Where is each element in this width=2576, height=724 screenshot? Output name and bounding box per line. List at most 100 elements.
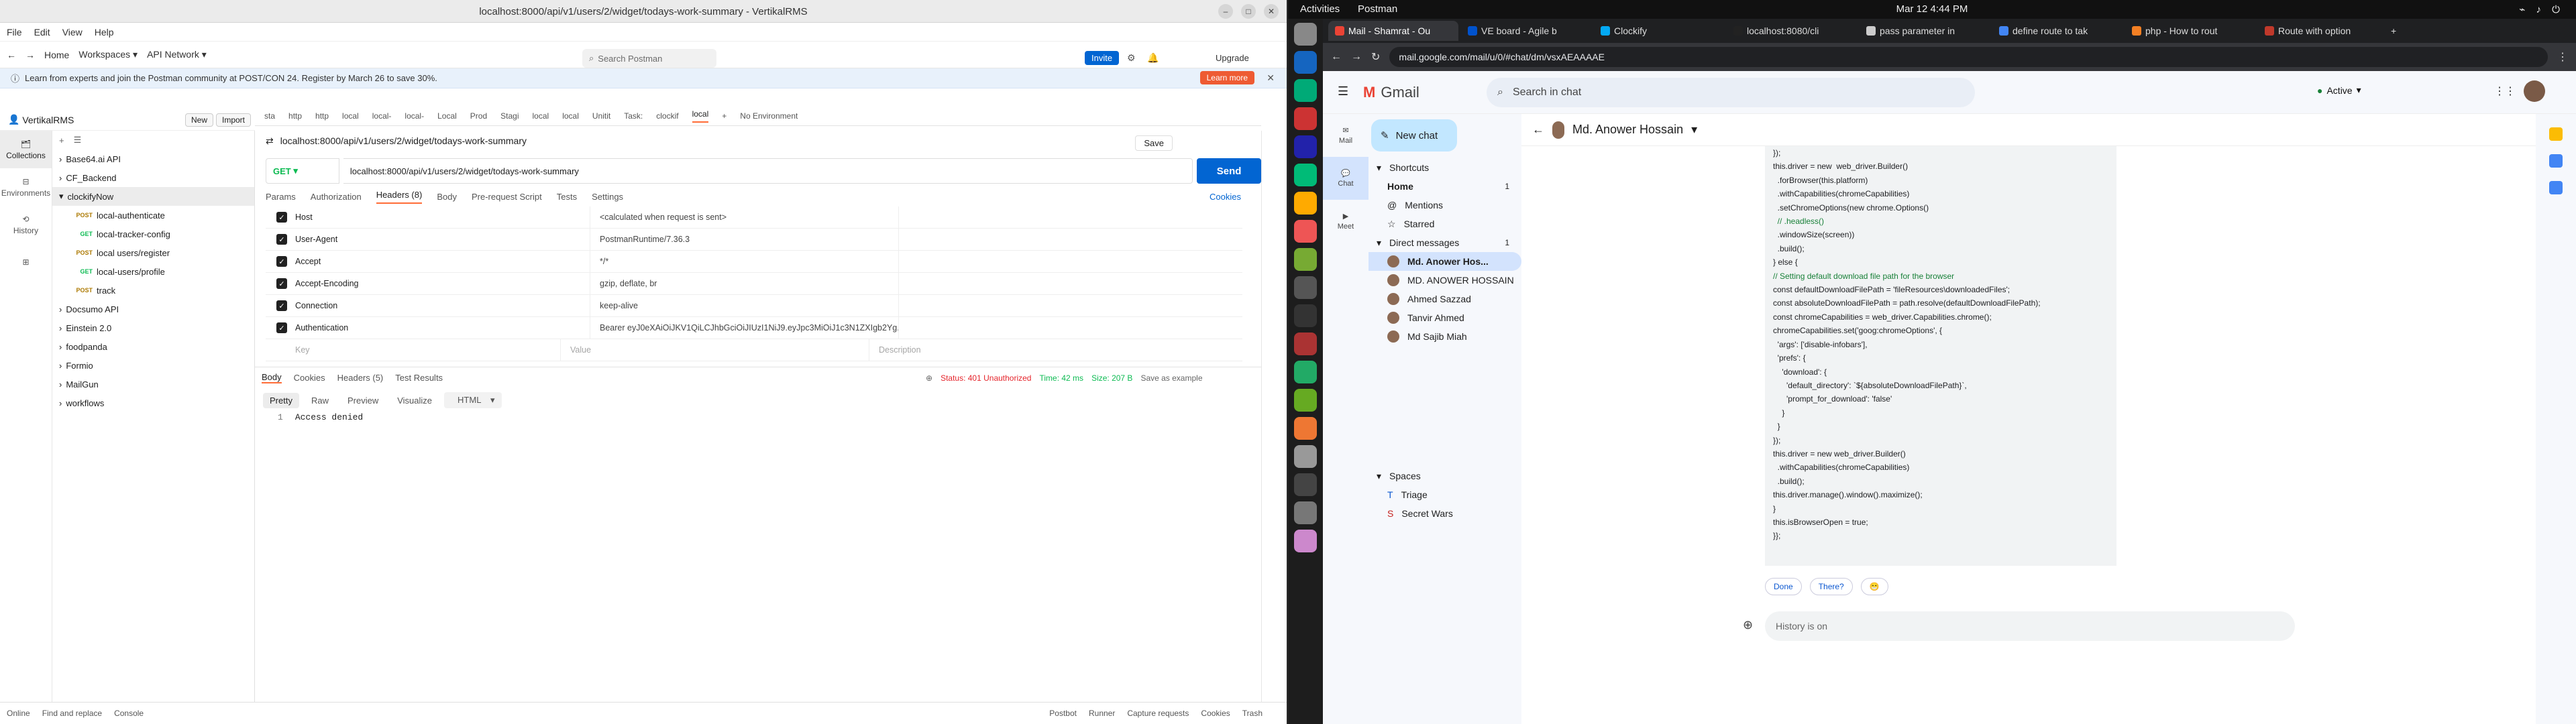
save-button[interactable]: Save bbox=[1135, 135, 1173, 151]
close-icon[interactable]: ✕ bbox=[1264, 4, 1279, 19]
gmail-logo[interactable]: M Gmail bbox=[1363, 84, 1419, 101]
header-value[interactable]: gzip, deflate, br bbox=[590, 273, 899, 294]
dock-app-icon[interactable] bbox=[1294, 530, 1317, 552]
header-checkbox[interactable]: ✓ bbox=[276, 212, 287, 223]
clock[interactable]: Mar 12 4:44 PM bbox=[1288, 3, 2576, 15]
dock-app-icon[interactable] bbox=[1294, 276, 1317, 299]
save-example-button[interactable]: Save as example bbox=[1140, 373, 1202, 383]
rail-environments[interactable]: ⊟ Environments bbox=[0, 168, 52, 206]
chat-search[interactable]: ⌕ Search in chat bbox=[1487, 78, 1975, 107]
footer-online[interactable]: Online bbox=[7, 709, 30, 718]
tab-body[interactable]: Body bbox=[437, 192, 457, 202]
rail-mail[interactable]: ✉ Mail bbox=[1323, 114, 1368, 157]
extensions-icon[interactable]: ⋮ bbox=[2557, 50, 2568, 64]
open-tab[interactable]: local bbox=[562, 111, 579, 121]
nav-api-network[interactable]: API Network ▾ bbox=[147, 49, 207, 60]
menu-file[interactable]: File bbox=[7, 27, 22, 38]
header-key[interactable]: Host bbox=[295, 206, 590, 228]
dock-app-icon[interactable] bbox=[1294, 220, 1317, 243]
forward-icon[interactable]: → bbox=[1351, 51, 1362, 63]
tasks-icon[interactable] bbox=[2549, 154, 2563, 168]
system-tray-icons[interactable]: ⌁ ♪ ⏻ bbox=[2519, 3, 2564, 15]
open-tab[interactable]: local- bbox=[372, 111, 392, 121]
fmt-html-select[interactable]: HTML ▾ bbox=[444, 392, 502, 408]
dock-app-icon[interactable] bbox=[1294, 23, 1317, 46]
maximize-icon[interactable]: □ bbox=[1241, 4, 1256, 19]
footer-find-replace[interactable]: Find and replace bbox=[42, 709, 102, 718]
header-checkbox[interactable]: ✓ bbox=[276, 278, 287, 289]
tree-item[interactable]: POST local-authenticate bbox=[52, 206, 254, 225]
open-tab[interactable]: Task: bbox=[624, 111, 643, 121]
menu-view[interactable]: View bbox=[62, 27, 83, 38]
tree-item[interactable]: › workflows bbox=[52, 394, 254, 412]
tree-item[interactable]: GET local-users/profile bbox=[52, 262, 254, 281]
header-value[interactable]: Bearer eyJ0eXAiOiJKV1QiLCJhbGciOiJIUzI1N… bbox=[590, 317, 899, 339]
avatar[interactable] bbox=[2524, 80, 2545, 102]
tab-headers[interactable]: Headers (8) bbox=[376, 190, 423, 204]
reply-emoji[interactable]: 😁 bbox=[1860, 578, 1888, 595]
footer-postbot[interactable]: Postbot bbox=[1049, 709, 1077, 718]
open-tab[interactable]: http bbox=[288, 111, 302, 121]
browser-tab[interactable]: Clockify bbox=[1594, 21, 1724, 41]
dock-app-icon[interactable] bbox=[1294, 333, 1317, 355]
environment-select[interactable]: No Environment bbox=[740, 111, 798, 121]
dock-app-icon[interactable] bbox=[1294, 248, 1317, 271]
res-tab-cookies[interactable]: Cookies bbox=[294, 373, 325, 383]
header-value[interactable]: <calculated when request is sent> bbox=[590, 206, 899, 228]
apps-icon[interactable]: ⋮⋮ bbox=[2494, 84, 2516, 98]
res-tab-body[interactable]: Body bbox=[262, 372, 282, 383]
learn-more-button[interactable]: Learn more bbox=[1199, 71, 1254, 84]
tree-item[interactable]: › Einstein 2.0 bbox=[52, 318, 254, 337]
url-input[interactable]: localhost:8000/api/v1/users/2/widget/tod… bbox=[343, 158, 1193, 184]
reply-done[interactable]: Done bbox=[1765, 578, 1802, 595]
tab-tests[interactable]: Tests bbox=[557, 192, 577, 202]
browser-tab[interactable]: Route with option bbox=[2258, 21, 2388, 41]
header-checkbox[interactable]: ✓ bbox=[276, 322, 287, 333]
tab-settings[interactable]: Settings bbox=[592, 192, 623, 202]
fmt-pretty[interactable]: Pretty bbox=[263, 392, 299, 408]
open-tab[interactable]: http bbox=[315, 111, 329, 121]
fmt-visualize[interactable]: Visualize bbox=[390, 393, 439, 408]
menu-help[interactable]: Help bbox=[95, 27, 114, 38]
back-arrow-icon[interactable]: ← bbox=[1532, 123, 1544, 137]
header-key[interactable]: Accept bbox=[295, 251, 590, 272]
dock-app-icon[interactable] bbox=[1294, 417, 1317, 440]
tab-authorization[interactable]: Authorization bbox=[311, 192, 362, 202]
shortcuts-header[interactable]: ▾ Shortcuts bbox=[1368, 158, 1521, 177]
dock-app-icon[interactable] bbox=[1294, 51, 1317, 74]
open-tab[interactable]: local bbox=[533, 111, 549, 121]
forward-icon[interactable]: → bbox=[25, 50, 35, 60]
spaces-header[interactable]: ▾ Spaces bbox=[1368, 467, 1521, 485]
nav-starred[interactable]: ☆ Starred bbox=[1368, 215, 1521, 233]
new-tab-icon[interactable]: + bbox=[2391, 25, 2396, 36]
add-icon[interactable]: + bbox=[59, 135, 64, 145]
tab-pre-request-script[interactable]: Pre-request Script bbox=[472, 192, 542, 202]
nav-home[interactable]: Home 1 bbox=[1368, 177, 1521, 196]
header-value[interactable]: */* bbox=[590, 251, 899, 272]
header-checkbox[interactable]: ✓ bbox=[276, 234, 287, 245]
dock-app-icon[interactable] bbox=[1294, 473, 1317, 496]
header-key[interactable]: Connection bbox=[295, 295, 590, 316]
upgrade-button[interactable]: Upgrade bbox=[1216, 53, 1249, 63]
contact-item[interactable]: MD. ANOWER HOSSAIN bbox=[1368, 271, 1521, 290]
header-value[interactable]: PostmanRuntime/7.36.3 bbox=[590, 229, 899, 250]
header-value[interactable]: keep-alive bbox=[590, 295, 899, 316]
new-button[interactable]: New bbox=[185, 113, 214, 127]
open-tab[interactable]: local bbox=[342, 111, 359, 121]
close-banner-icon[interactable]: ✕ bbox=[1267, 72, 1275, 84]
browser-tab[interactable]: pass parameter in bbox=[1860, 21, 1990, 41]
minimize-icon[interactable]: – bbox=[1218, 4, 1233, 19]
space-triage[interactable]: T Triage bbox=[1368, 485, 1521, 504]
add-icon[interactable]: ⊕ bbox=[1743, 618, 1753, 632]
dock-app-icon[interactable] bbox=[1294, 361, 1317, 383]
tree-item[interactable]: › Base64.ai API bbox=[52, 149, 254, 168]
open-tab[interactable]: clockif bbox=[656, 111, 678, 121]
reload-icon[interactable]: ↻ bbox=[1371, 50, 1380, 64]
open-tab[interactable]: Unitit bbox=[592, 111, 610, 121]
response-body[interactable]: 1 Access denied bbox=[255, 412, 1261, 422]
header-key[interactable]: User-Agent bbox=[295, 229, 590, 250]
footer-cookies[interactable]: Cookies bbox=[1201, 709, 1230, 718]
tree-item[interactable]: › MailGun bbox=[52, 375, 254, 394]
workspace-name[interactable]: VertikalRMS bbox=[22, 115, 74, 125]
dm-header[interactable]: ▾ Direct messages 1 bbox=[1368, 233, 1521, 252]
